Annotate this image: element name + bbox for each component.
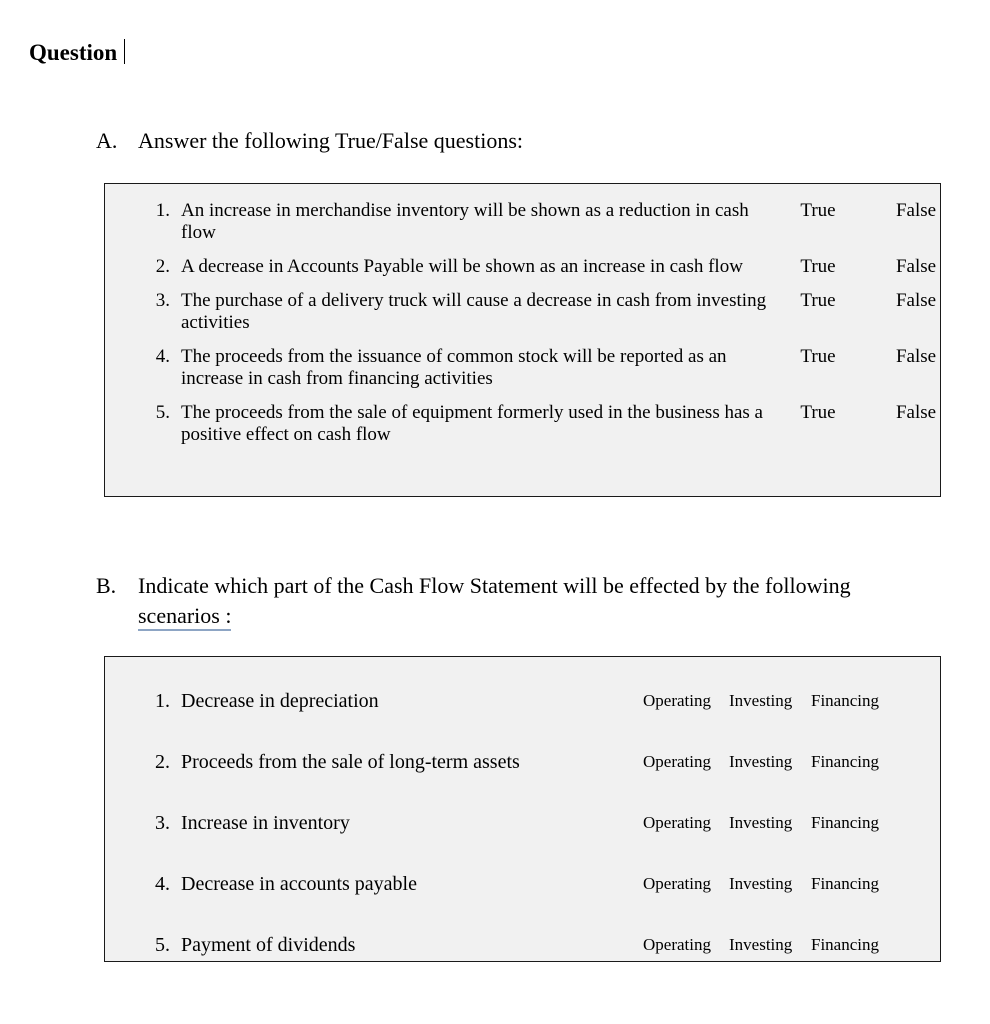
section-b-marker: B. bbox=[96, 573, 117, 598]
row-statement: The proceeds from the sale of equipment … bbox=[181, 402, 763, 445]
section-b-heading-underlined: scenarios : bbox=[138, 603, 232, 631]
section-a-heading: A. Answer the following True/False quest… bbox=[96, 126, 523, 156]
table-row: 2. A decrease in Accounts Payable will b… bbox=[105, 250, 940, 284]
table-row: 1. Decrease in depreciation Operating In… bbox=[105, 670, 940, 731]
option-financing[interactable]: Financing bbox=[811, 874, 891, 894]
row-number: 4. bbox=[155, 872, 170, 895]
page-title-text: Question bbox=[29, 40, 118, 65]
option-false[interactable]: False bbox=[879, 402, 953, 424]
option-true[interactable]: True bbox=[781, 290, 855, 312]
option-false[interactable]: False bbox=[879, 200, 953, 222]
row-number: 3. bbox=[155, 811, 170, 834]
option-operating[interactable]: Operating bbox=[643, 813, 729, 833]
row-choices: Operating Investing Financing bbox=[643, 874, 940, 894]
row-number: 1. bbox=[155, 200, 170, 221]
true-false-question-table: 1. An increase in merchandise inventory … bbox=[104, 183, 941, 497]
row-number: 2. bbox=[155, 256, 170, 277]
option-false[interactable]: False bbox=[879, 256, 953, 278]
row-statement: Decrease in depreciation bbox=[181, 689, 379, 712]
section-b-heading: B. Indicate which part of the Cash Flow … bbox=[96, 571, 868, 631]
row-choices: True False bbox=[781, 402, 953, 424]
option-financing[interactable]: Financing bbox=[811, 935, 891, 955]
option-true[interactable]: True bbox=[781, 402, 855, 424]
section-b-heading-lead: Indicate which part of the Cash Flow Sta… bbox=[138, 573, 851, 598]
table-row: 1. An increase in merchandise inventory … bbox=[105, 194, 940, 250]
option-financing[interactable]: Financing bbox=[811, 813, 891, 833]
option-investing[interactable]: Investing bbox=[729, 813, 811, 833]
table-row: 5. The proceeds from the sale of equipme… bbox=[105, 396, 940, 452]
option-financing[interactable]: Financing bbox=[811, 752, 891, 772]
table-row: 4. Decrease in accounts payable Operatin… bbox=[105, 853, 940, 914]
row-number: 5. bbox=[155, 402, 170, 423]
row-choices: True False bbox=[781, 290, 953, 312]
row-statement: The proceeds from the issuance of common… bbox=[181, 346, 727, 389]
option-true[interactable]: True bbox=[781, 256, 855, 278]
option-operating[interactable]: Operating bbox=[643, 691, 729, 711]
table-row: 4. The proceeds from the issuance of com… bbox=[105, 340, 940, 396]
table-row: 3. The purchase of a delivery truck will… bbox=[105, 284, 940, 340]
row-number: 5. bbox=[155, 933, 170, 956]
option-investing[interactable]: Investing bbox=[729, 874, 811, 894]
row-number: 3. bbox=[155, 290, 170, 311]
section-b-heading-text: Indicate which part of the Cash Flow Sta… bbox=[138, 571, 868, 631]
section-a-heading-text: Answer the following True/False question… bbox=[138, 128, 523, 153]
option-true[interactable]: True bbox=[781, 346, 855, 368]
row-statement: Proceeds from the sale of long-term asse… bbox=[181, 750, 520, 773]
row-choices: True False bbox=[781, 200, 953, 222]
row-statement: Decrease in accounts payable bbox=[181, 872, 417, 895]
row-statement: An increase in merchandise inventory wil… bbox=[181, 200, 749, 243]
row-statement: A decrease in Accounts Payable will be s… bbox=[181, 256, 743, 277]
row-choices: True False bbox=[781, 346, 953, 368]
section-a-marker: A. bbox=[96, 128, 118, 153]
table-row: 5. Payment of dividends Operating Invest… bbox=[105, 914, 940, 975]
table-row: 3. Increase in inventory Operating Inves… bbox=[105, 792, 940, 853]
row-statement: The purchase of a delivery truck will ca… bbox=[181, 290, 767, 333]
option-operating[interactable]: Operating bbox=[643, 874, 729, 894]
option-true[interactable]: True bbox=[781, 200, 855, 222]
option-operating[interactable]: Operating bbox=[643, 935, 729, 955]
row-choices: Operating Investing Financing bbox=[643, 813, 940, 833]
row-statement: Increase in inventory bbox=[181, 811, 350, 834]
row-number: 1. bbox=[155, 689, 170, 712]
option-false[interactable]: False bbox=[879, 290, 953, 312]
cash-flow-classification-table: 1. Decrease in depreciation Operating In… bbox=[104, 656, 941, 962]
row-statement: Payment of dividends bbox=[181, 933, 356, 956]
row-choices: Operating Investing Financing bbox=[643, 752, 940, 772]
row-number: 4. bbox=[155, 346, 170, 367]
row-choices: Operating Investing Financing bbox=[643, 691, 940, 711]
table-row: 2. Proceeds from the sale of long-term a… bbox=[105, 731, 940, 792]
option-investing[interactable]: Investing bbox=[729, 752, 811, 772]
row-choices: True False bbox=[781, 256, 953, 278]
row-choices: Operating Investing Financing bbox=[643, 935, 940, 955]
option-operating[interactable]: Operating bbox=[643, 752, 729, 772]
page-title: Question bbox=[29, 38, 126, 68]
option-financing[interactable]: Financing bbox=[811, 691, 891, 711]
option-false[interactable]: False bbox=[879, 346, 953, 368]
text-cursor bbox=[124, 39, 126, 64]
option-investing[interactable]: Investing bbox=[729, 935, 811, 955]
option-investing[interactable]: Investing bbox=[729, 691, 811, 711]
row-number: 2. bbox=[155, 750, 170, 773]
